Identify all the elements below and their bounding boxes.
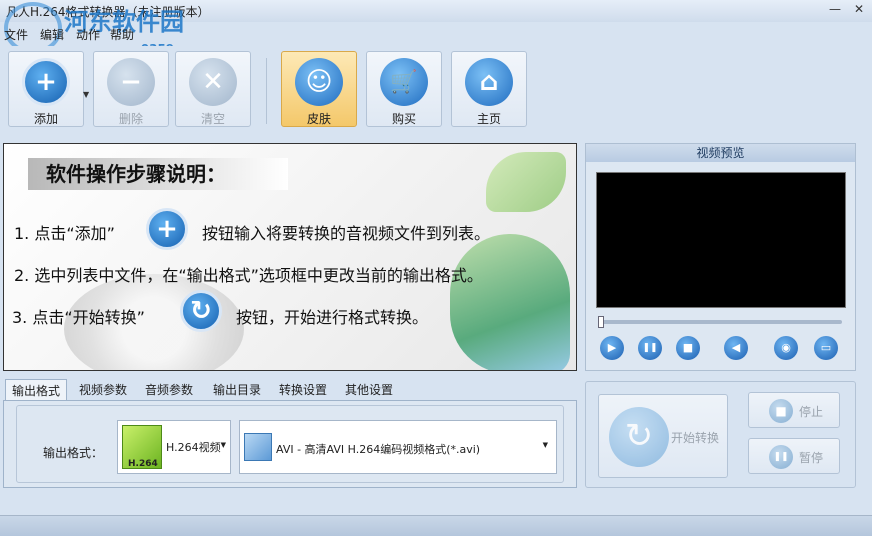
output-format-group: 输出格式： H.264 H.264视频 ▼ AVI - 高清AVI H.264编… [16, 405, 564, 483]
cart-icon: 🛒 [380, 58, 428, 106]
step1-text-suffix: 按钮输入将要转换的音视频文件到列表。 [202, 224, 491, 243]
close-button[interactable]: ✕ [852, 2, 866, 16]
start-convert-button[interactable]: ↻ 开始转换 [598, 394, 728, 478]
refresh-icon: ↻ [180, 290, 222, 332]
snapshot-icon[interactable]: ◉ [774, 336, 798, 360]
seek-thumb[interactable] [598, 316, 604, 328]
play-icon[interactable]: ▶ [600, 336, 624, 360]
delete-button[interactable]: − 删除 [93, 51, 169, 127]
stop-icon[interactable]: ■ [676, 336, 700, 360]
menu-file[interactable]: 文件 [4, 26, 28, 43]
format-select[interactable]: AVI - 高清AVI H.264编码视频格式(*.avi) ▼ [239, 420, 557, 474]
chevron-down-icon: ▼ [542, 441, 548, 449]
settings-tabs: 输出格式 视频参数 音频参数 输出目录 转换设置 其他设置 [3, 377, 577, 401]
skin-button[interactable]: ☺ 皮肤 [281, 51, 357, 127]
video-screen [596, 172, 846, 308]
chevron-down-icon: ▼ [220, 441, 226, 449]
codec-select[interactable]: H.264 H.264视频 ▼ [117, 420, 231, 474]
step2-text: 2. 选中列表中文件，在“输出格式”选项框中更改当前的输出格式。 [14, 266, 483, 285]
minimize-button[interactable]: — [828, 2, 842, 16]
pause-icon: ❚❚ [769, 445, 793, 469]
stop-icon: ■ [769, 399, 793, 423]
step3-text-prefix: 3. 点击“开始转换” [12, 308, 145, 327]
step1-text-prefix: 1. 点击“添加” [14, 224, 115, 243]
menu-bar: 文件 编辑 动作 帮助 [0, 22, 872, 42]
pause-button[interactable]: ❚❚ 暂停 [748, 438, 840, 474]
smiley-icon: ☺ [295, 58, 343, 106]
start-convert-label: 开始转换 [671, 431, 720, 445]
home-label: 主页 [476, 112, 501, 126]
video-preview-panel: 视频预览 ▶ ❚❚ ■ ◀ ◉ ▭ [585, 143, 856, 371]
x-icon: ✕ [189, 58, 237, 106]
minus-icon: − [107, 58, 155, 106]
plus-icon: + [146, 208, 188, 250]
buy-label: 购买 [391, 112, 416, 126]
clear-label: 清空 [200, 112, 225, 126]
convert-controls: ↻ 开始转换 ■ 停止 ❚❚ 暂停 [585, 381, 856, 488]
volume-icon[interactable]: ◀ [724, 336, 748, 360]
tab-convert-settings[interactable]: 转换设置 [273, 379, 333, 401]
tab-other-settings[interactable]: 其他设置 [339, 379, 399, 401]
add-label: 添加 [33, 112, 58, 126]
codec-cube-label: H.264 [128, 459, 158, 469]
home-button[interactable]: ⌂ 主页 [451, 51, 527, 127]
pause-icon[interactable]: ❚❚ [638, 336, 662, 360]
pause-label: 暂停 [799, 451, 824, 465]
stop-label: 停止 [799, 405, 824, 419]
guide-title: 软件操作步骤说明： [28, 158, 288, 190]
window-controls: — ✕ [828, 2, 866, 16]
delete-label: 删除 [118, 112, 143, 126]
output-format-panel: 输出格式： H.264 H.264视频 ▼ AVI - 高清AVI H.264编… [3, 400, 577, 488]
codec-name: H.264视频 [166, 441, 221, 454]
buy-button[interactable]: 🛒 购买 [366, 51, 442, 127]
menu-action[interactable]: 动作 [76, 26, 100, 43]
plus-icon: + [22, 58, 70, 106]
tab-output-format[interactable]: 输出格式 [5, 379, 68, 401]
clear-button[interactable]: ✕ 清空 [175, 51, 251, 127]
tab-audio-params[interactable]: 音频参数 [139, 379, 199, 401]
tab-output-dir[interactable]: 输出目录 [207, 379, 267, 401]
toolbar: + 添加 ▼ − 删除 ✕ 清空 ☺ 皮肤 🛒 购买 ⌂ 主页 [0, 46, 872, 136]
step3-text-suffix: 按钮，开始进行格式转换。 [236, 308, 429, 327]
output-format-label: 输出格式： [43, 446, 104, 460]
instructions-panel: 软件操作步骤说明： 1. 点击“添加” + 按钮输入将要转换的音视频文件到列表。… [3, 143, 577, 371]
menu-help[interactable]: 帮助 [110, 26, 134, 43]
leaf-decoration-icon [450, 234, 570, 370]
preview-title: 视频预览 [586, 144, 855, 162]
tab-video-params[interactable]: 视频参数 [73, 379, 133, 401]
folder-icon[interactable]: ▭ [814, 336, 838, 360]
add-button[interactable]: + 添加 ▼ [8, 51, 89, 127]
refresh-icon: ↻ [609, 407, 669, 467]
skin-label: 皮肤 [306, 112, 331, 126]
stop-button[interactable]: ■ 停止 [748, 392, 840, 428]
status-bar [0, 515, 872, 536]
add-dropdown-icon[interactable]: ▼ [83, 90, 89, 99]
home-icon: ⌂ [465, 58, 513, 106]
toolbar-divider [266, 58, 267, 124]
avi-cube-icon [244, 433, 272, 461]
format-value: AVI - 高清AVI H.264编码视频格式(*.avi) [276, 443, 481, 456]
seek-bar[interactable] [598, 316, 842, 328]
arrow-decoration-icon [486, 152, 566, 212]
menu-edit[interactable]: 编辑 [40, 26, 64, 43]
